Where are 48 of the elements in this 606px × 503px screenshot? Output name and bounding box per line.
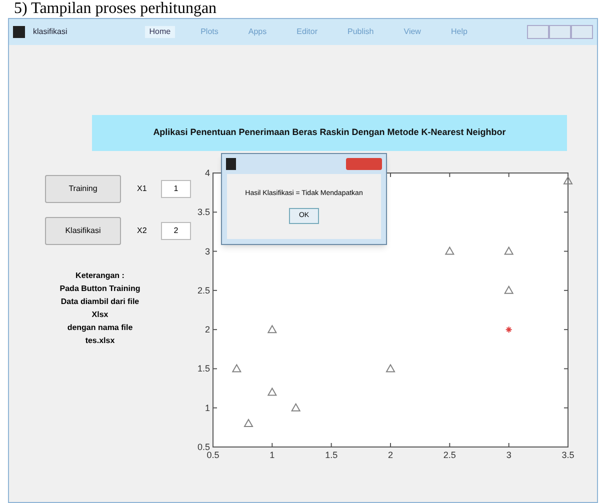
note-text: Keterangan : — [76, 270, 124, 282]
x-tick-label: 1.5 — [325, 450, 338, 460]
triangle-marker — [504, 246, 514, 255]
triangle-marker — [232, 364, 242, 372]
app-icon — [226, 158, 236, 170]
x-tick-label: 1 — [270, 450, 275, 460]
caption: 5) Tampilan proses perhitungan — [13, 0, 217, 18]
y-tick-label: 1 — [204, 402, 210, 413]
window-title: klasifikasi — [33, 26, 68, 38]
input-label: X1 — [137, 183, 148, 195]
triangle-marker — [244, 418, 254, 428]
y-tick-label: 2 — [204, 324, 210, 335]
triangle-marker — [563, 176, 573, 184]
triangle-marker — [386, 364, 396, 372]
x-tick-label: 3.5 — [562, 450, 574, 460]
maximize-button[interactable] — [549, 25, 571, 39]
x-tick-label: 2 — [388, 450, 393, 460]
action-button[interactable]: Training — [45, 175, 121, 203]
y-tick-label: 0.5 — [197, 442, 210, 452]
app-icon — [13, 26, 25, 38]
note-text: Pada Button Training — [60, 283, 140, 295]
y-tick-label: 3.5 — [197, 207, 210, 218]
ribbon-tab[interactable]: Home — [145, 26, 175, 38]
triangle-marker — [267, 387, 278, 396]
triangle-marker — [267, 324, 278, 334]
y-tick-label: 4 — [204, 168, 210, 178]
y-tick-label: 3 — [204, 246, 210, 256]
x-tick-label: 0.5 — [206, 450, 220, 460]
minimize-button[interactable] — [527, 25, 549, 39]
close-button[interactable] — [346, 158, 382, 170]
y-tick-label: 2.5 — [197, 285, 210, 296]
x-tick-label: 3 — [506, 450, 512, 460]
note-text: tes.xlsx — [85, 335, 115, 347]
cross-marker — [505, 326, 512, 334]
y-tick-label: 1.5 — [197, 364, 210, 374]
close-button[interactable] — [571, 25, 593, 39]
triangle-marker — [504, 285, 514, 294]
triangle-marker — [290, 402, 301, 412]
note-text: Data diambil dari file — [60, 296, 140, 308]
note-text: dengan nama file — [67, 322, 133, 334]
x-tick-label: 2.5 — [443, 450, 456, 460]
app-title-banner: Aplikasi Penentuan Penerimaan Beras Raskin Dengan Metode K-Nearest Neighbor — [92, 115, 567, 151]
input-field[interactable]: 2 — [161, 222, 191, 240]
action-button[interactable]: Klasifikasi — [45, 217, 121, 245]
input-field[interactable]: 1 — [161, 180, 191, 198]
note-text: Xlsx — [92, 309, 108, 321]
triangle-marker — [444, 246, 455, 255]
input-label: X2 — [137, 225, 148, 237]
